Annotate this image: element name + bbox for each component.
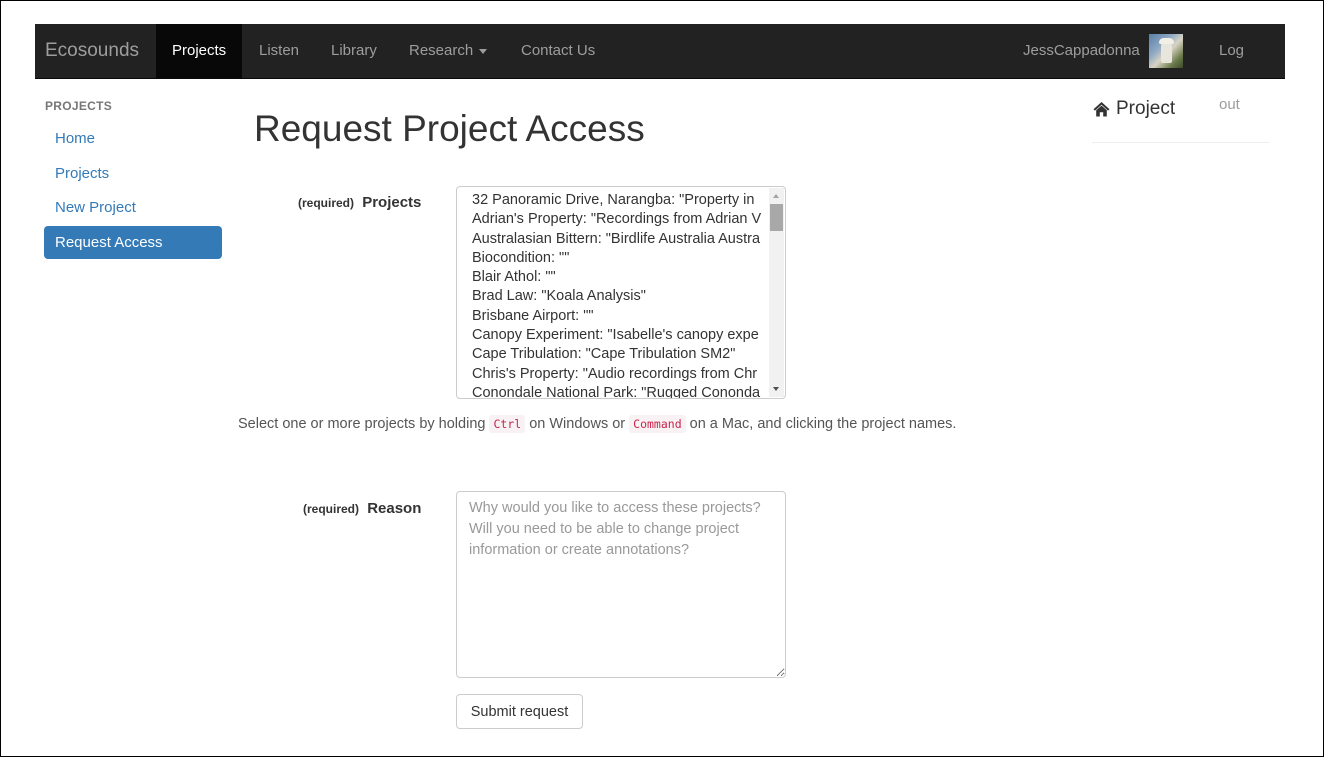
project-option[interactable]: Australasian Bittern: "Birdlife Australi… [472,230,770,249]
ctrl-key: Ctrl [489,415,526,433]
sidebar-item-projects[interactable]: Projects [44,157,222,190]
top-navbar: Ecosounds Projects Listen Library Resear… [35,24,1285,113]
project-option[interactable]: 32 Panoramic Drive, Narangba: "Property … [472,191,770,210]
sidebar-item-label: Projects [55,165,110,182]
projects-help-text: Select one or more projects by holding C… [238,415,957,433]
page-title: Request Project Access [254,108,645,149]
project-option[interactable]: Biocondition: "" [472,249,770,268]
sidebar-item-request-access[interactable]: Request Access [44,226,222,259]
project-option[interactable]: Blair Athol: "" [472,268,770,287]
avatar-hat [1159,38,1174,44]
nav-contact-label: Contact Us [521,42,596,59]
scroll-thumb[interactable] [770,204,783,231]
nav-listen-label: Listen [259,42,300,59]
help-text-part: on Windows or [525,416,630,432]
logout-link[interactable]: Log out [1203,24,1285,113]
required-marker: (required) [303,502,360,516]
brand-link[interactable]: Ecosounds [45,24,139,78]
sidebar-item-home[interactable]: Home [44,122,222,155]
nav-listen[interactable]: Listen [243,24,315,78]
nav-contact-us[interactable]: Contact Us [505,24,611,78]
project-option[interactable]: Conondale National Park: "Rugged Cononda [472,384,770,398]
listbox-scrollbar[interactable] [769,188,784,397]
sidebar-item-label: New Project [55,199,136,216]
submit-request-button[interactable]: Submit request [456,694,583,729]
reason-label-text: Reason [367,500,422,517]
nav-library-label: Library [331,42,377,59]
projects-field-label: (required) Projects [298,194,421,211]
required-marker: (required) [298,196,355,210]
project-panel-title: Project [1093,98,1175,120]
nav-research-label: Research [409,42,474,59]
projects-label-text: Projects [362,194,422,211]
sidebar-item-new-project[interactable]: New Project [44,191,222,224]
user-avatar[interactable] [1149,34,1183,68]
reason-field-label: (required) Reason [303,500,421,517]
project-option[interactable]: Cape Tribulation: "Cape Tribulation SM2" [472,345,770,364]
caret-down-icon [479,48,488,54]
scroll-up-arrow-icon[interactable] [773,194,779,198]
projects-multiselect[interactable]: 32 Panoramic Drive, Narangba: "Property … [456,186,786,399]
username-link[interactable]: JessCappadonna [1023,24,1140,78]
reason-textarea[interactable] [456,491,786,678]
project-option[interactable]: Brisbane Airport: "" [472,307,770,326]
scroll-down-arrow-icon[interactable] [773,387,779,391]
command-key: Command [629,415,686,433]
home-icon [1093,102,1110,117]
nav-projects[interactable]: Projects [156,24,243,78]
project-options-list: 32 Panoramic Drive, Narangba: "Property … [457,187,785,398]
help-text-part: Select one or more projects by holding [238,416,490,432]
project-option[interactable]: Canopy Experiment: "Isabelle's canopy ex… [472,326,770,345]
sidebar-header: PROJECTS [45,99,113,113]
sidebar-item-label: Request Access [55,234,163,251]
project-option[interactable]: Adrian's Property: "Recordings from Adri… [472,210,770,229]
nav-projects-label: Projects [172,42,227,59]
help-text-part: on a Mac, and clicking the project names… [685,416,957,432]
sidebar-item-label: Home [55,130,96,147]
panel-divider [1092,142,1270,143]
project-option[interactable]: Chris's Property: "Audio recordings from… [472,365,770,384]
project-panel-title-text: Project [1116,98,1176,119]
nav-library[interactable]: Library [315,24,393,78]
avatar-figure [1161,41,1172,63]
nav-research-dropdown[interactable]: Research [393,24,503,78]
project-option[interactable]: Brad Law: "Koala Analysis" [472,287,770,306]
